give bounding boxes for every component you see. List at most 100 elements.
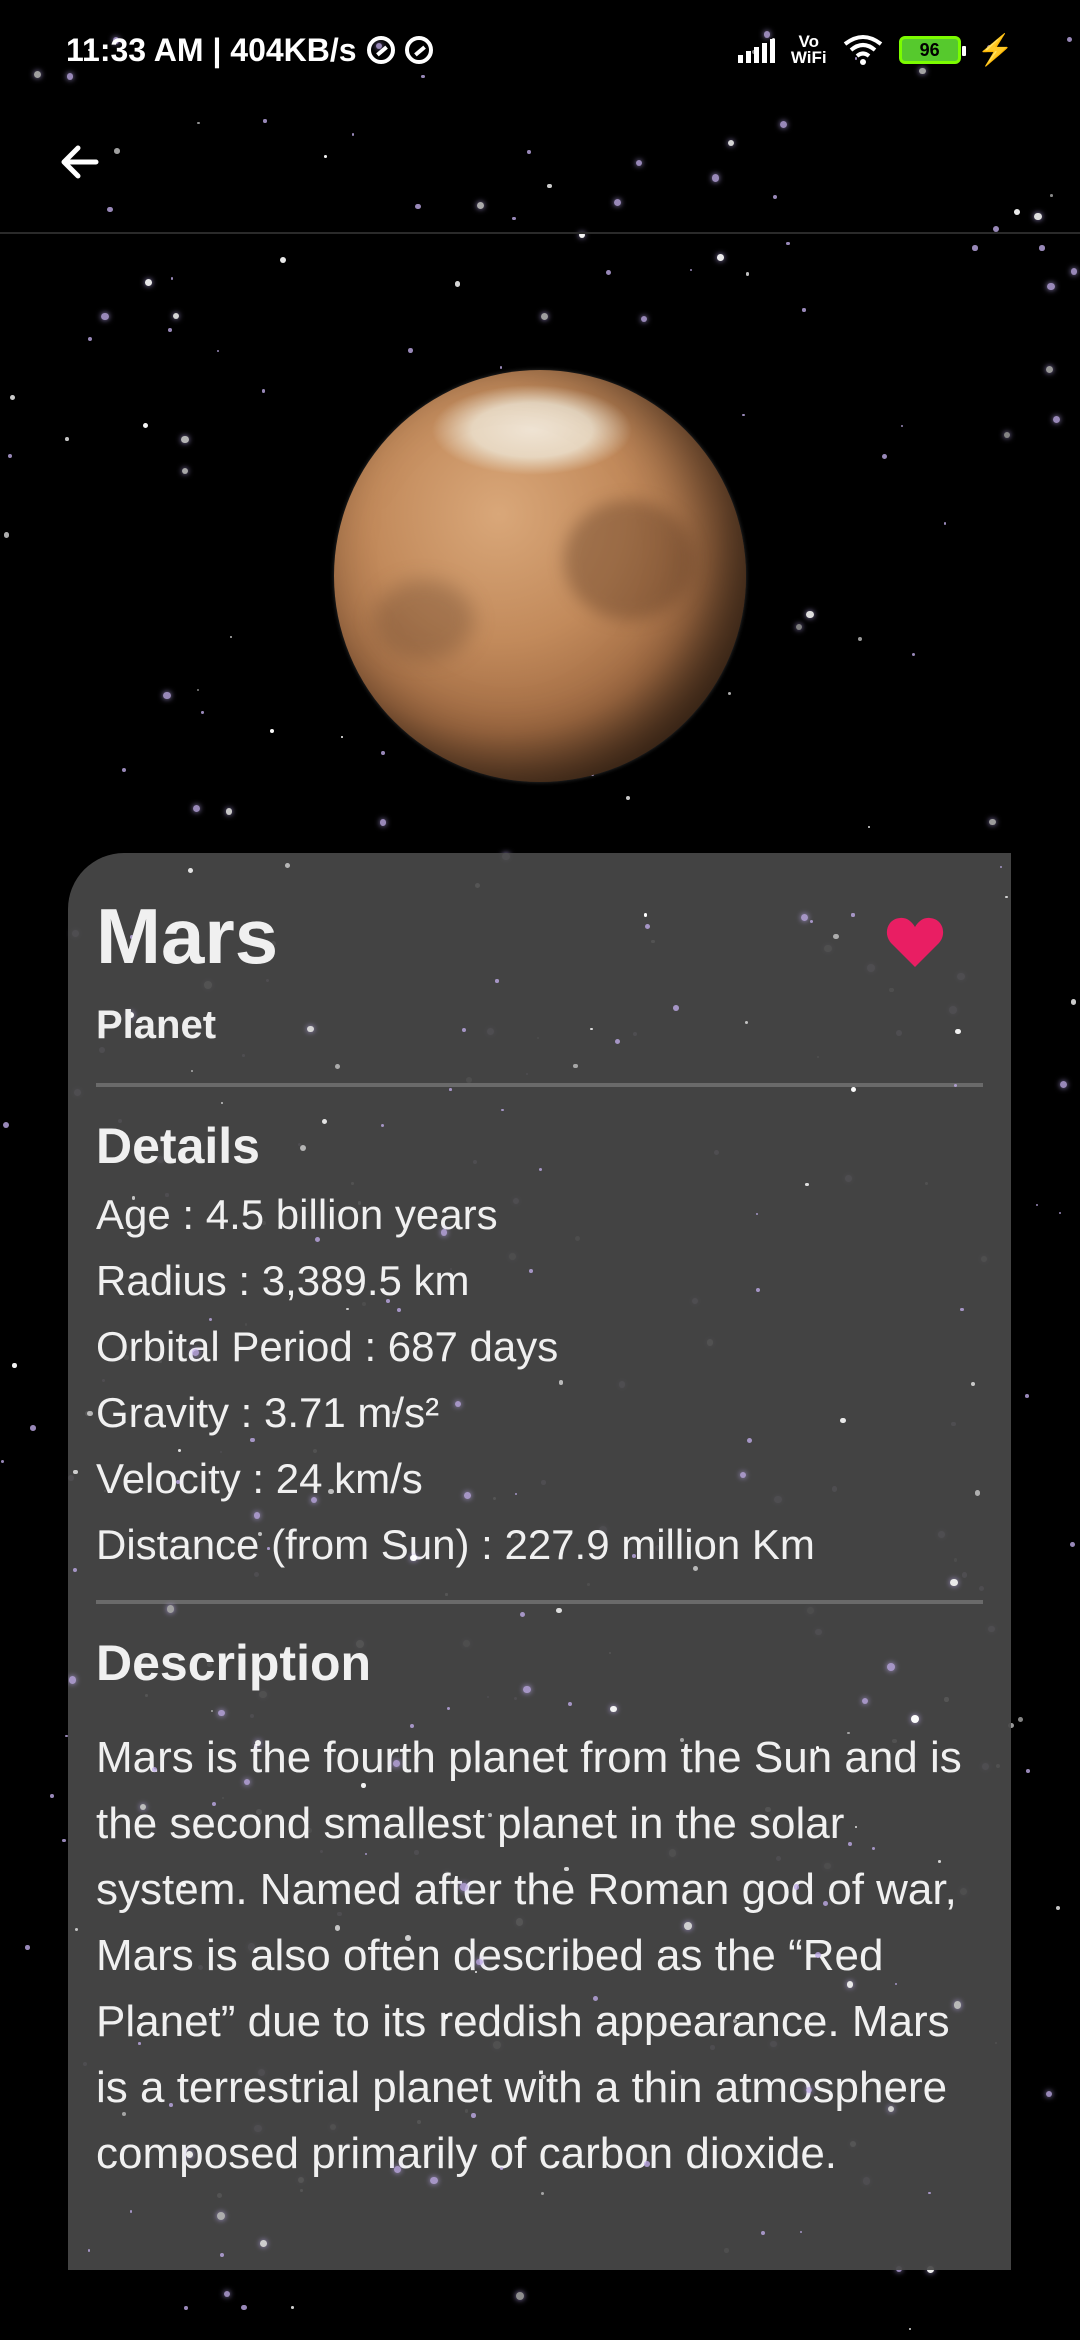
charging-icon: ⚡: [976, 33, 1014, 67]
back-button[interactable]: [40, 122, 120, 202]
star: [379, 819, 387, 826]
star: [184, 2306, 188, 2311]
star: [74, 1927, 79, 1932]
star: [1024, 1393, 1029, 1398]
star: [796, 624, 803, 631]
star: [219, 2253, 225, 2258]
status-right: Vo WiFi 96 ⚡: [737, 33, 1014, 68]
star: [7, 453, 13, 458]
planet-type: Planet: [96, 1003, 217, 1047]
details-list: Age : 4.5 billion years Radius : 3,389.5…: [96, 1182, 983, 1578]
star: [1046, 365, 1054, 374]
star: [540, 312, 548, 320]
star: [68, 1676, 77, 1684]
star: [1069, 1541, 1075, 1547]
sync-icon: [404, 36, 433, 64]
star: [224, 2290, 231, 2297]
star: [201, 711, 204, 714]
star: [1070, 999, 1077, 1006]
star: [216, 349, 220, 353]
star: [972, 245, 978, 251]
detail-radius: Radius : 3,389.5 km: [96, 1257, 470, 1304]
star: [501, 1108, 504, 1112]
detail-orbital-period: Orbital Period : 687 days: [96, 1323, 559, 1370]
star: [30, 1425, 36, 1431]
star: [210, 1710, 213, 1713]
star: [279, 256, 286, 263]
planet-image: [334, 370, 746, 782]
star: [197, 689, 200, 692]
star: [640, 315, 648, 323]
star: [0, 1460, 4, 1464]
star: [166, 1605, 175, 1614]
star: [182, 468, 189, 475]
star: [142, 423, 148, 429]
star: [989, 818, 996, 826]
data-saver-icon: [366, 36, 395, 64]
star: [567, 1702, 573, 1707]
star: [1003, 432, 1010, 439]
heart-icon: [886, 917, 944, 967]
planet-surface-shade: [564, 500, 694, 620]
star: [101, 312, 109, 320]
star: [690, 268, 693, 272]
star: [1059, 1212, 1062, 1215]
star: [10, 395, 15, 401]
star: [217, 2212, 225, 2220]
star: [556, 1608, 562, 1614]
star: [291, 2305, 294, 2309]
star: [449, 1088, 452, 1091]
star: [73, 1469, 79, 1475]
star: [911, 1714, 919, 1723]
star: [516, 2291, 525, 2300]
divider: [96, 1600, 983, 1604]
status-bar: 11:33 AM | 404KB/s Vo WiFi 96 ⚡: [0, 0, 1080, 100]
star: [626, 795, 631, 800]
star: [25, 1945, 30, 1950]
star: [881, 453, 887, 459]
star: [908, 2327, 911, 2330]
star: [499, 366, 503, 369]
status-time-speed: 11:33 AM | 404KB/s: [66, 31, 357, 68]
vowifi-bottom: WiFi: [790, 48, 827, 67]
star: [170, 277, 174, 281]
star: [742, 413, 745, 417]
star: [1070, 268, 1078, 275]
star: [806, 610, 814, 619]
battery-level: 96: [919, 39, 940, 60]
vowifi-icon: Vo WiFi: [790, 33, 827, 67]
star: [181, 435, 189, 444]
star: [72, 1567, 78, 1573]
star: [341, 736, 344, 739]
star: [87, 2249, 91, 2252]
star: [455, 281, 461, 287]
star: [1005, 896, 1008, 899]
star: [745, 272, 750, 276]
star: [999, 865, 1003, 869]
star: [1045, 2090, 1053, 2098]
star: [1018, 1717, 1024, 1722]
favorite-button[interactable]: [885, 915, 945, 969]
star: [610, 1706, 617, 1713]
star: [380, 750, 385, 755]
star: [144, 279, 152, 287]
star: [761, 2231, 766, 2236]
title-row: Mars: [96, 853, 983, 1013]
star: [1059, 1081, 1067, 1089]
star: [799, 2230, 803, 2234]
star: [62, 1838, 66, 1843]
star: [334, 1063, 340, 1069]
wifi-icon: [843, 35, 882, 65]
star: [446, 1706, 450, 1711]
star: [173, 312, 180, 319]
star: [190, 1069, 193, 1072]
star: [851, 1087, 857, 1093]
star: [192, 805, 200, 813]
star: [786, 241, 790, 245]
star: [727, 692, 731, 696]
planet-surface-shade: [374, 580, 474, 660]
star: [121, 767, 126, 772]
star: [943, 522, 947, 525]
star: [857, 637, 862, 642]
star: [1036, 1203, 1039, 1206]
